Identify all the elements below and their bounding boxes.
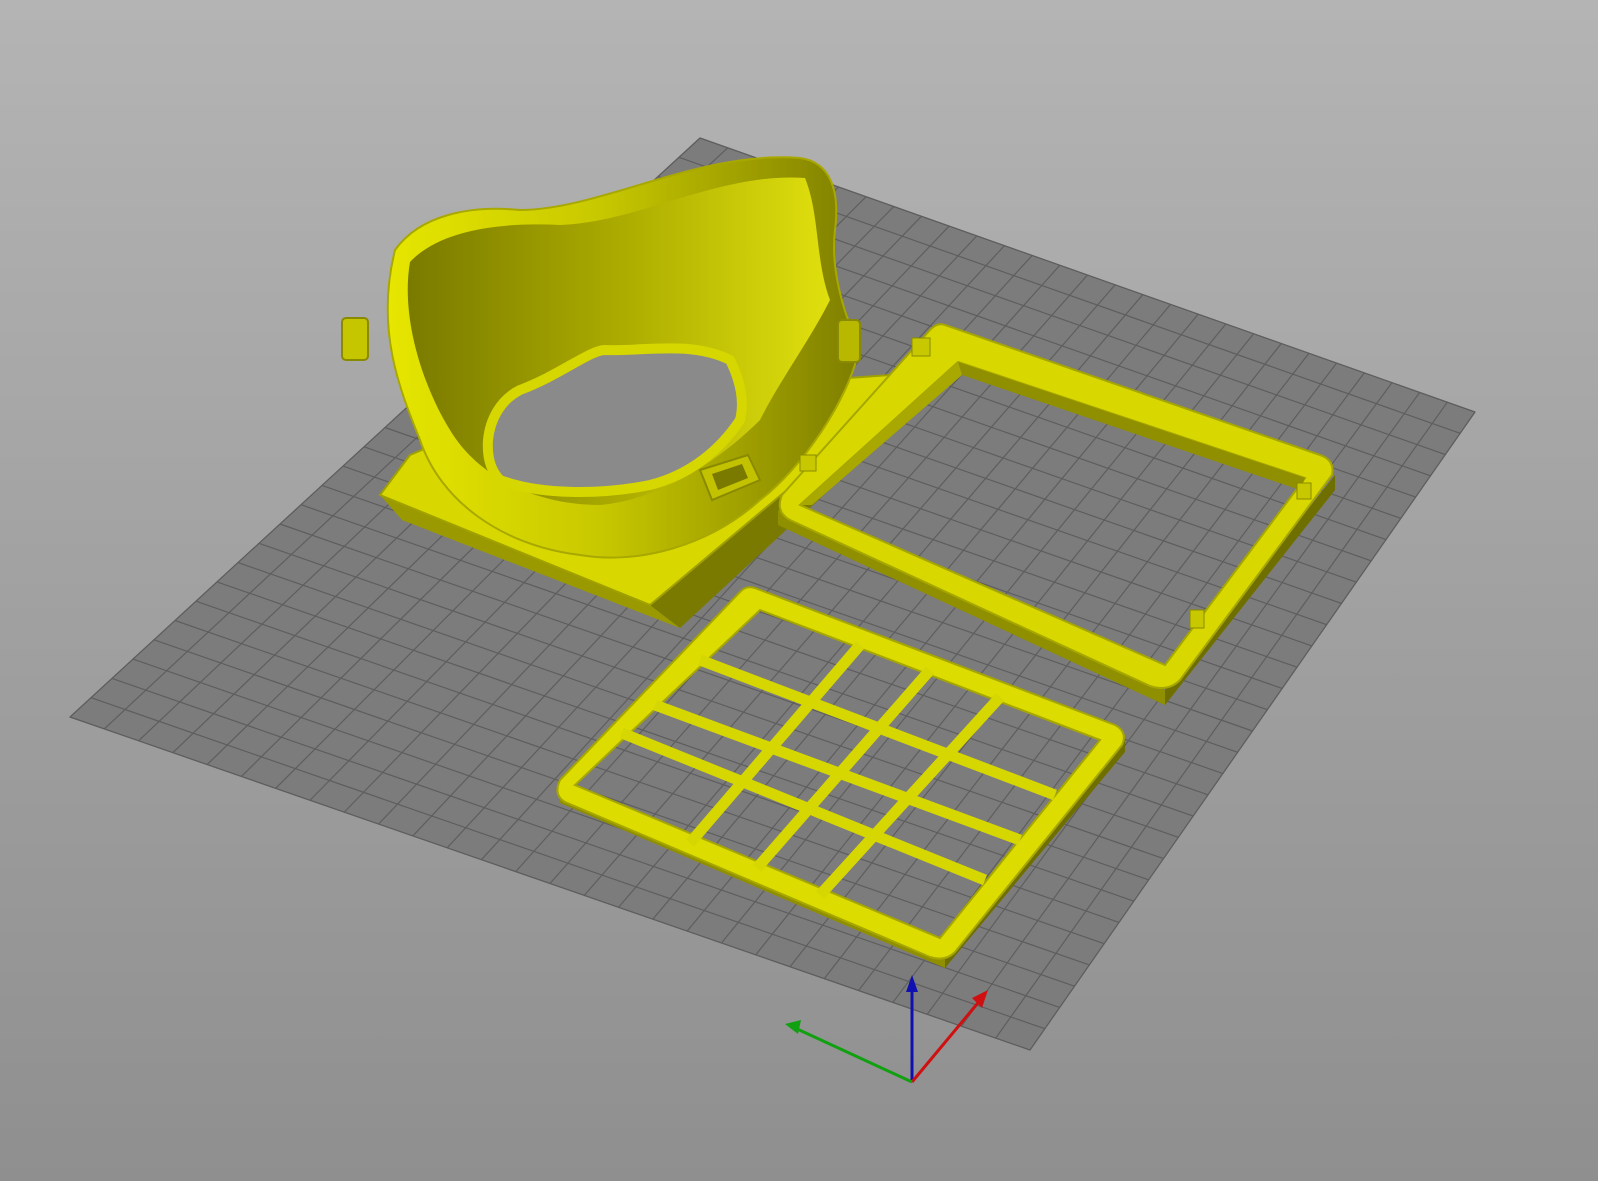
frame-latch-2[interactable] xyxy=(799,454,817,472)
frame-latch-3[interactable] xyxy=(1296,482,1312,500)
strap-tab-left[interactable] xyxy=(341,317,369,361)
strap-tab-right[interactable] xyxy=(837,319,861,363)
frame-latch-4[interactable] xyxy=(1189,609,1205,629)
frame-latch-1[interactable] xyxy=(911,337,931,357)
scene-canvas[interactable] xyxy=(0,0,1598,1181)
y-axis-arrow-icon xyxy=(785,1020,801,1034)
3d-viewport[interactable] xyxy=(0,0,1598,1181)
y-axis xyxy=(794,1026,913,1084)
